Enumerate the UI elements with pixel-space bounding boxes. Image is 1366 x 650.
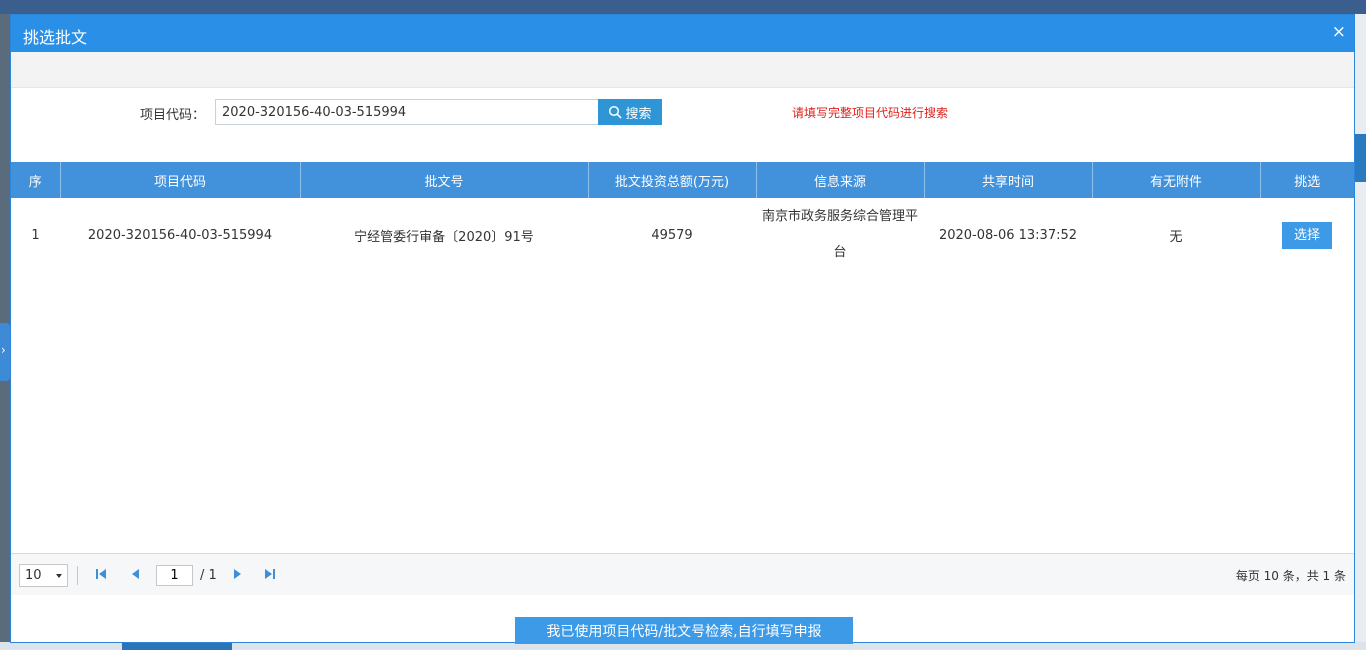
col-amount-header: 批文投资总额(万元) xyxy=(588,162,757,198)
approval-table: 序 项目代码 批文号 批文投资总额(万元) 信息来源 共享时间 有无附件 挑选 … xyxy=(11,162,1354,272)
next-page-icon[interactable] xyxy=(231,568,243,580)
first-page-icon[interactable] xyxy=(95,568,107,580)
col-attachment-header: 有无附件 xyxy=(1092,162,1261,198)
pager-info: 每页 10 条，共 1 条 xyxy=(1235,569,1346,583)
col-source-header: 信息来源 xyxy=(756,162,925,198)
chevron-right-icon: › xyxy=(1,343,6,357)
chevron-down-icon xyxy=(56,574,62,578)
col-shared-time-header: 共享时间 xyxy=(924,162,1093,198)
col-index-header: 序 xyxy=(11,162,61,198)
manual-fill-button[interactable]: 我已使用项目代码/批文号检索,自行填写申报 xyxy=(515,617,853,644)
current-page-input[interactable] xyxy=(156,565,193,586)
cell-attachment: 无 xyxy=(1169,229,1183,245)
select-approval-dialog: 挑选批文 × 项目代码： 搜索 请填写完整项目代码进行搜索 序 项目代码 批文号… xyxy=(10,14,1355,644)
col-project-code-header: 项目代码 xyxy=(60,162,301,198)
cell-shared-time: 2020-08-06 13:37:52 xyxy=(938,227,1078,243)
search-button-label: 搜索 xyxy=(625,105,652,121)
table-row[interactable]: 1 2020-320156-40-03-515994 宁经管委行审备〔2020〕… xyxy=(11,198,1354,272)
pagination-bar: 10 / 1 每页 10 条，共 1 条 xyxy=(11,553,1354,595)
dialog-header: 挑选批文 × xyxy=(11,15,1354,52)
search-button[interactable]: 搜索 xyxy=(598,99,662,125)
table-header-row: 序 项目代码 批文号 批文投资总额(万元) 信息来源 共享时间 有无附件 挑选 xyxy=(11,162,1354,198)
sidebar-expand-handle[interactable]: › xyxy=(0,323,10,381)
background-topbar xyxy=(0,0,1366,14)
cell-index: 1 xyxy=(31,227,40,243)
cell-select: 选择 xyxy=(1260,198,1354,272)
total-pages: / 1 xyxy=(200,568,217,583)
col-select-header: 挑选 xyxy=(1260,162,1354,198)
background-right-panel xyxy=(1354,14,1366,650)
dialog-toolbar xyxy=(11,52,1354,88)
page-size-value: 10 xyxy=(25,568,42,583)
cell-amount: 49579 xyxy=(651,227,693,243)
pager-divider xyxy=(77,566,78,585)
col-approval-no-header: 批文号 xyxy=(300,162,589,198)
project-code-label: 项目代码： xyxy=(140,108,206,123)
cell-approval-no: 宁经管委行审备〔2020〕91号 xyxy=(354,229,534,245)
cell-project-code: 2020-320156-40-03-515994 xyxy=(87,227,273,243)
search-hint: 请填写完整项目代码进行搜索 xyxy=(792,106,949,120)
prev-page-icon[interactable] xyxy=(130,568,142,580)
dialog-title: 挑选批文 xyxy=(23,28,88,47)
page-size-select[interactable]: 10 xyxy=(19,564,68,587)
close-icon[interactable]: × xyxy=(1332,23,1346,41)
last-page-icon[interactable] xyxy=(264,568,276,580)
search-row: 项目代码： 搜索 请填写完整项目代码进行搜索 xyxy=(11,88,1354,161)
cell-source: 南京市政务服务综合管理平台 xyxy=(761,209,918,260)
background-right-tab xyxy=(1354,134,1366,182)
project-code-input[interactable] xyxy=(215,99,599,125)
select-button[interactable]: 选择 xyxy=(1282,221,1332,249)
background-bottom-button xyxy=(122,642,232,650)
search-icon xyxy=(609,105,622,119)
